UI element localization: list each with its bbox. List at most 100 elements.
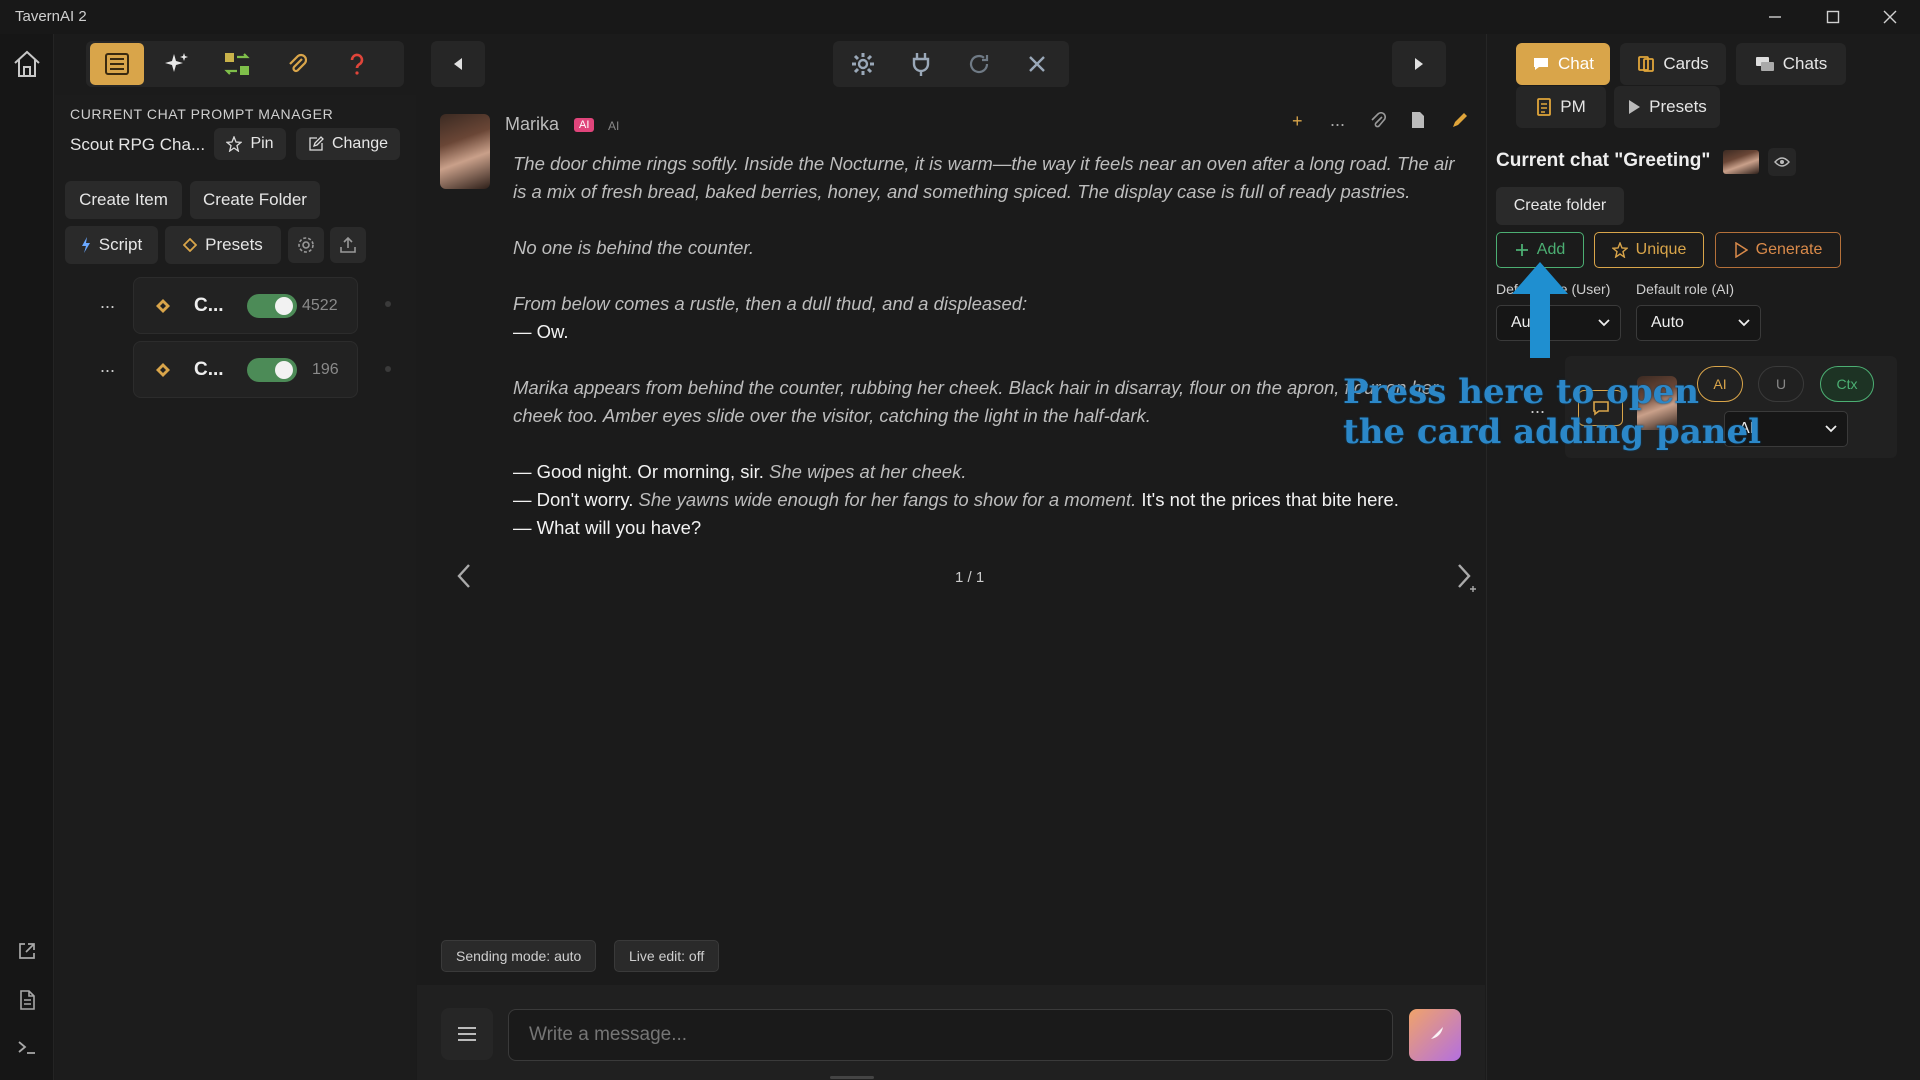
role-user-button[interactable]: U (1758, 366, 1804, 402)
create-folder-chat-button[interactable]: Create folder (1496, 187, 1624, 225)
prompt-item[interactable]: C... 4522 (133, 277, 358, 334)
ai-badge: AI (574, 118, 595, 132)
message-body: The door chime rings softly. Inside the … (513, 150, 1473, 542)
plug-icon (912, 53, 930, 76)
list-icon (105, 53, 129, 75)
regenerate-button[interactable] (953, 43, 1005, 85)
next-swipe-button[interactable] (1455, 562, 1479, 597)
create-item-button[interactable]: Create Item (65, 181, 182, 219)
create-folder-button[interactable]: Create Folder (190, 181, 320, 219)
composer-menu-button[interactable] (441, 1008, 493, 1060)
sparkles-tab[interactable] (150, 43, 204, 85)
prompt-manager-tab[interactable] (90, 43, 144, 85)
status-dot (385, 301, 391, 307)
script-label: Script (98, 235, 143, 254)
visibility-button[interactable] (1768, 148, 1796, 176)
unique-button[interactable]: Unique (1594, 232, 1704, 268)
prev-swipe-button[interactable] (455, 562, 473, 595)
copy-button[interactable] (1410, 111, 1426, 134)
connection-button[interactable] (895, 43, 947, 85)
sending-mode-button[interactable]: Sending mode: auto (441, 940, 597, 972)
paperclip-icon (1371, 111, 1387, 128)
prompt-item[interactable]: C... 196 (133, 341, 358, 398)
stop-button[interactable] (1011, 43, 1063, 85)
collapse-left-button[interactable] (435, 43, 481, 85)
minimize-button[interactable] (1747, 0, 1803, 34)
settings-button[interactable] (837, 43, 889, 85)
document-icon (20, 990, 35, 1010)
chevron-right-icon (1458, 564, 1476, 592)
message-paragraph: The door chime rings softly. Inside the … (513, 153, 1455, 202)
tab-presets[interactable]: Presets (1614, 86, 1720, 128)
eye-icon (1774, 157, 1790, 167)
tab-pm[interactable]: PM (1516, 86, 1606, 128)
chats-icon (1755, 57, 1774, 71)
role-ctx-button[interactable]: Ctx (1820, 366, 1874, 402)
export-button[interactable] (330, 227, 366, 263)
message-paragraph: From below comes a rustle, then a dull t… (513, 293, 1028, 314)
edit-message-button[interactable] (1450, 110, 1470, 135)
chat-icon (1534, 58, 1549, 70)
message-action: She wipes at her cheek. (769, 461, 967, 482)
prompt-item-toggle[interactable] (247, 294, 297, 318)
prompt-manager-name: Scout RPG Cha... (70, 135, 206, 154)
resize-handle[interactable] (830, 1076, 874, 1079)
avatar[interactable] (440, 114, 490, 189)
change-button[interactable]: Change (296, 128, 400, 160)
document-button[interactable] (0, 989, 54, 1011)
tab-cards[interactable]: Cards (1620, 43, 1726, 85)
default-role-ai-label: Default role (AI) (1636, 281, 1735, 297)
diamond-icon (156, 299, 170, 313)
add-card-label: Add (1536, 241, 1566, 258)
cards-icon (1638, 56, 1655, 72)
upload-icon (340, 236, 356, 253)
tab-cards-label: Cards (1663, 54, 1709, 73)
feather-icon (1427, 1027, 1443, 1043)
item-menu-2[interactable]: ... (100, 356, 115, 377)
script-button[interactable]: Script (65, 226, 158, 264)
prompt-settings-button[interactable] (288, 227, 324, 263)
left-toolbar (86, 41, 404, 87)
attach-button[interactable] (1370, 111, 1387, 135)
message-more-button[interactable]: ... (1330, 110, 1345, 131)
default-role-ai-select[interactable]: Auto (1636, 305, 1761, 341)
item-menu-1[interactable]: ... (100, 292, 115, 313)
help-tab[interactable] (330, 43, 384, 85)
close-window-button[interactable] (1862, 0, 1918, 34)
terminal-button[interactable] (0, 1036, 54, 1058)
external-link-button[interactable] (0, 940, 54, 962)
presets-button[interactable]: Presets (165, 226, 281, 264)
annotation-line-1: Press here to open (1343, 372, 1699, 412)
status-dot (385, 366, 391, 372)
collapse-left-icon (454, 58, 462, 70)
collapse-right-button[interactable] (1396, 43, 1442, 85)
collapse-left-group (431, 41, 485, 87)
refresh-icon (969, 54, 989, 74)
maximize-button[interactable] (1805, 0, 1861, 34)
send-button[interactable] (1409, 1009, 1461, 1061)
tab-chat[interactable]: Chat (1516, 43, 1610, 85)
diamond-icon (183, 238, 198, 252)
terminal-icon (18, 1041, 35, 1054)
add-swipe-button[interactable]: + (1292, 111, 1303, 132)
tab-chat-label: Chat (1558, 54, 1594, 73)
home-button[interactable] (0, 48, 54, 80)
message-input[interactable] (508, 1009, 1393, 1061)
prompt-item-title: C... (194, 359, 224, 380)
pin-button[interactable]: Pin (214, 128, 286, 160)
prompt-item-toggle[interactable] (247, 358, 297, 382)
prompt-item-tokens: 196 (312, 361, 339, 378)
swap-tab[interactable] (210, 43, 264, 85)
star-icon (226, 136, 243, 152)
attachments-tab[interactable] (270, 43, 324, 85)
center-toolbar (833, 41, 1069, 87)
sparkles-icon (165, 53, 188, 72)
message-author: Marika (505, 114, 560, 134)
live-edit-button[interactable]: Live edit: off (614, 940, 720, 972)
collapse-right-group (1392, 41, 1446, 87)
annotation-arrow (1510, 262, 1570, 363)
generate-button[interactable]: Generate (1715, 232, 1841, 268)
tab-chats[interactable]: Chats (1736, 43, 1846, 85)
diamond-icon (156, 363, 170, 377)
role-tag: AI (608, 119, 620, 133)
